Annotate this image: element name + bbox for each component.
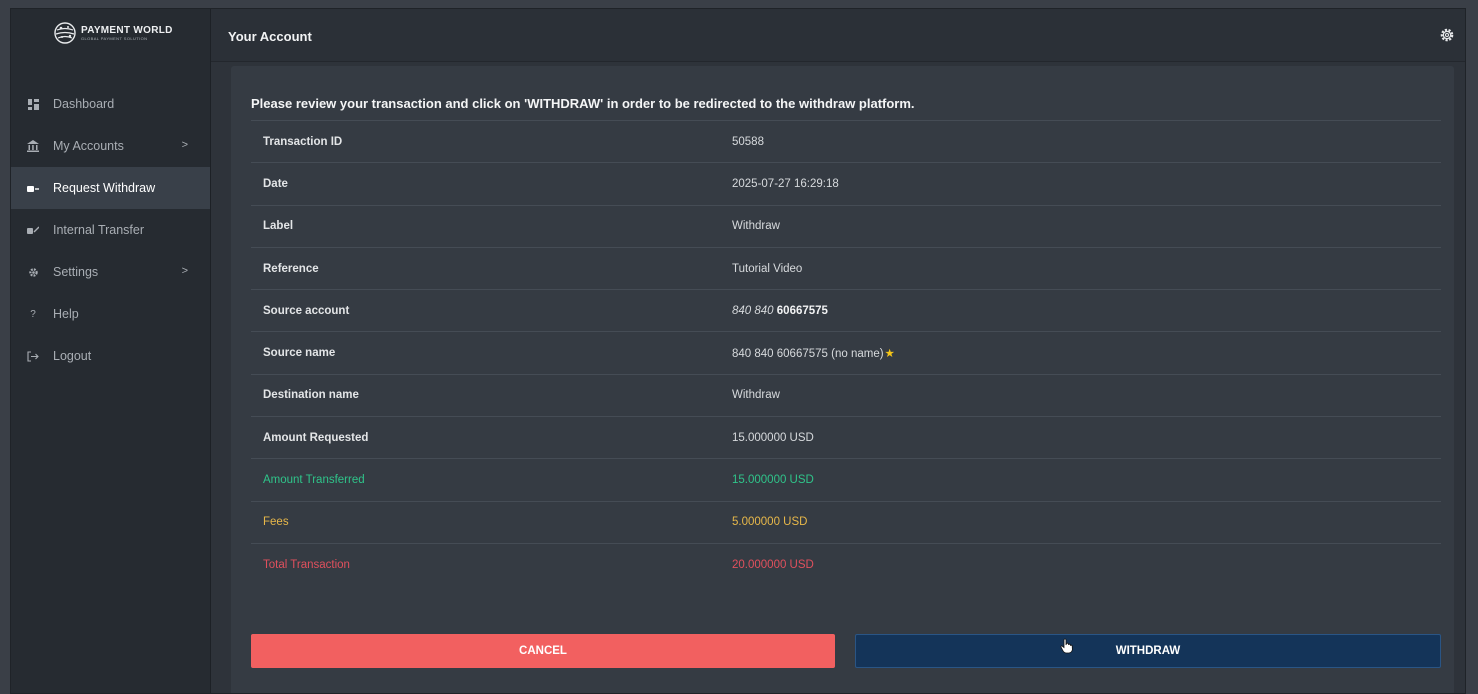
sidebar-item-request-withdraw[interactable]: Request Withdraw xyxy=(11,167,210,209)
table-row: Source name 840 840 60667575 (no name)★ xyxy=(251,331,1441,373)
table-row: Label Withdraw xyxy=(251,204,1441,247)
withdraw-button[interactable]: WITHDRAW xyxy=(855,634,1441,668)
chevron-right-icon: > xyxy=(181,265,188,277)
review-instructions: Please review your transaction and click… xyxy=(251,96,915,111)
row-value: Withdraw xyxy=(732,389,780,402)
brand-title: PAYMENT WORLD xyxy=(81,24,173,36)
chevron-right-icon: > xyxy=(181,139,188,151)
table-row: Amount Requested 15.000000 USD xyxy=(251,416,1441,458)
row-value: 2025-07-27 16:29:18 xyxy=(732,177,839,190)
table-row: Transaction ID 50588 xyxy=(251,120,1441,162)
row-value: 5.000000 USD xyxy=(732,516,808,529)
brand-logo[interactable]: PAYMENT WORLD GLOBAL PAYMENT SOLUTION xyxy=(53,21,173,45)
top-bar: Your Account xyxy=(211,9,1465,62)
sidebar-item-dashboard[interactable]: Dashboard xyxy=(11,83,210,125)
row-value: 50588 xyxy=(732,135,764,148)
row-label: Amount Requested xyxy=(263,431,369,444)
row-label: Date xyxy=(263,177,288,190)
sidebar-item-label: Help xyxy=(53,307,79,321)
help-icon: ? xyxy=(30,308,36,320)
app-window: PAYMENT WORLD GLOBAL PAYMENT SOLUTION Da… xyxy=(10,8,1466,694)
star-icon[interactable]: ★ xyxy=(885,348,895,360)
table-row: Destination name Withdraw xyxy=(251,373,1441,416)
row-label: Transaction ID xyxy=(263,135,343,148)
row-label: Amount Transferred xyxy=(263,474,365,487)
account-prefix: 840 840 xyxy=(732,304,774,317)
sidebar-item-logout[interactable]: Logout xyxy=(11,335,210,377)
dashboard-icon xyxy=(27,98,39,110)
transaction-review-card: Please review your transaction and click… xyxy=(231,66,1454,693)
sidebar: PAYMENT WORLD GLOBAL PAYMENT SOLUTION Da… xyxy=(11,9,211,693)
row-label: Fees xyxy=(263,516,289,529)
settings-gear-icon[interactable] xyxy=(1439,27,1455,43)
table-row: Date 2025-07-27 16:29:18 xyxy=(251,162,1441,204)
table-row: Total Transaction 20.000000 USD xyxy=(251,542,1441,585)
gear-icon xyxy=(27,266,39,278)
table-row: Fees 5.000000 USD xyxy=(251,500,1441,543)
sidebar-item-settings[interactable]: Settings > xyxy=(11,251,210,293)
sidebar-nav: Dashboard My Accounts > Request Withdraw xyxy=(11,83,210,377)
withdraw-icon xyxy=(27,182,39,194)
sidebar-item-label: Request Withdraw xyxy=(53,181,156,195)
row-label: Destination name xyxy=(263,389,359,402)
cancel-button[interactable]: CANCEL xyxy=(251,634,835,668)
sidebar-item-label: Dashboard xyxy=(53,97,115,111)
row-value: 15.000000 USD xyxy=(732,474,814,487)
transfer-icon xyxy=(27,224,39,236)
sidebar-item-my-accounts[interactable]: My Accounts > xyxy=(11,125,210,167)
sidebar-item-internal-transfer[interactable]: Internal Transfer xyxy=(11,209,210,251)
sidebar-item-help[interactable]: ? Help xyxy=(11,293,210,335)
brand-subtitle: GLOBAL PAYMENT SOLUTION xyxy=(81,35,148,41)
transaction-details-table: Transaction ID 50588 Date 2025-07-27 16:… xyxy=(251,120,1441,585)
row-value: Withdraw xyxy=(732,220,780,233)
row-label: Source name xyxy=(263,347,336,360)
bank-icon xyxy=(27,140,39,152)
globe-logo-icon xyxy=(54,22,76,44)
row-value: 20.000000 USD xyxy=(732,558,814,571)
table-row: Reference Tutorial Video xyxy=(251,246,1441,289)
sidebar-item-label: Logout xyxy=(53,349,92,363)
row-value: Tutorial Video xyxy=(732,262,803,275)
account-number: 60667575 xyxy=(776,304,828,317)
source-name-value: 840 840 60667575 (no name) xyxy=(732,348,884,361)
row-label: Label xyxy=(263,220,294,233)
table-row: Amount Transferred 15.000000 USD xyxy=(251,458,1441,500)
row-label: Total Transaction xyxy=(263,558,350,571)
sidebar-item-label: My Accounts xyxy=(53,139,124,153)
row-label: Source account xyxy=(263,304,350,317)
sidebar-item-label: Internal Transfer xyxy=(53,223,145,237)
logout-icon xyxy=(27,350,39,362)
page-title: Your Account xyxy=(228,29,312,44)
sidebar-item-label: Settings xyxy=(53,265,99,279)
table-row: Source account 840 840 60667575 xyxy=(251,289,1441,331)
row-value: 840 840 60667575 (no name)★ xyxy=(732,346,895,360)
row-value: 840 840 60667575 xyxy=(732,305,828,317)
row-label: Reference xyxy=(263,262,319,275)
row-value: 15.000000 USD xyxy=(732,431,814,444)
hand-cursor-icon xyxy=(1060,638,1073,654)
